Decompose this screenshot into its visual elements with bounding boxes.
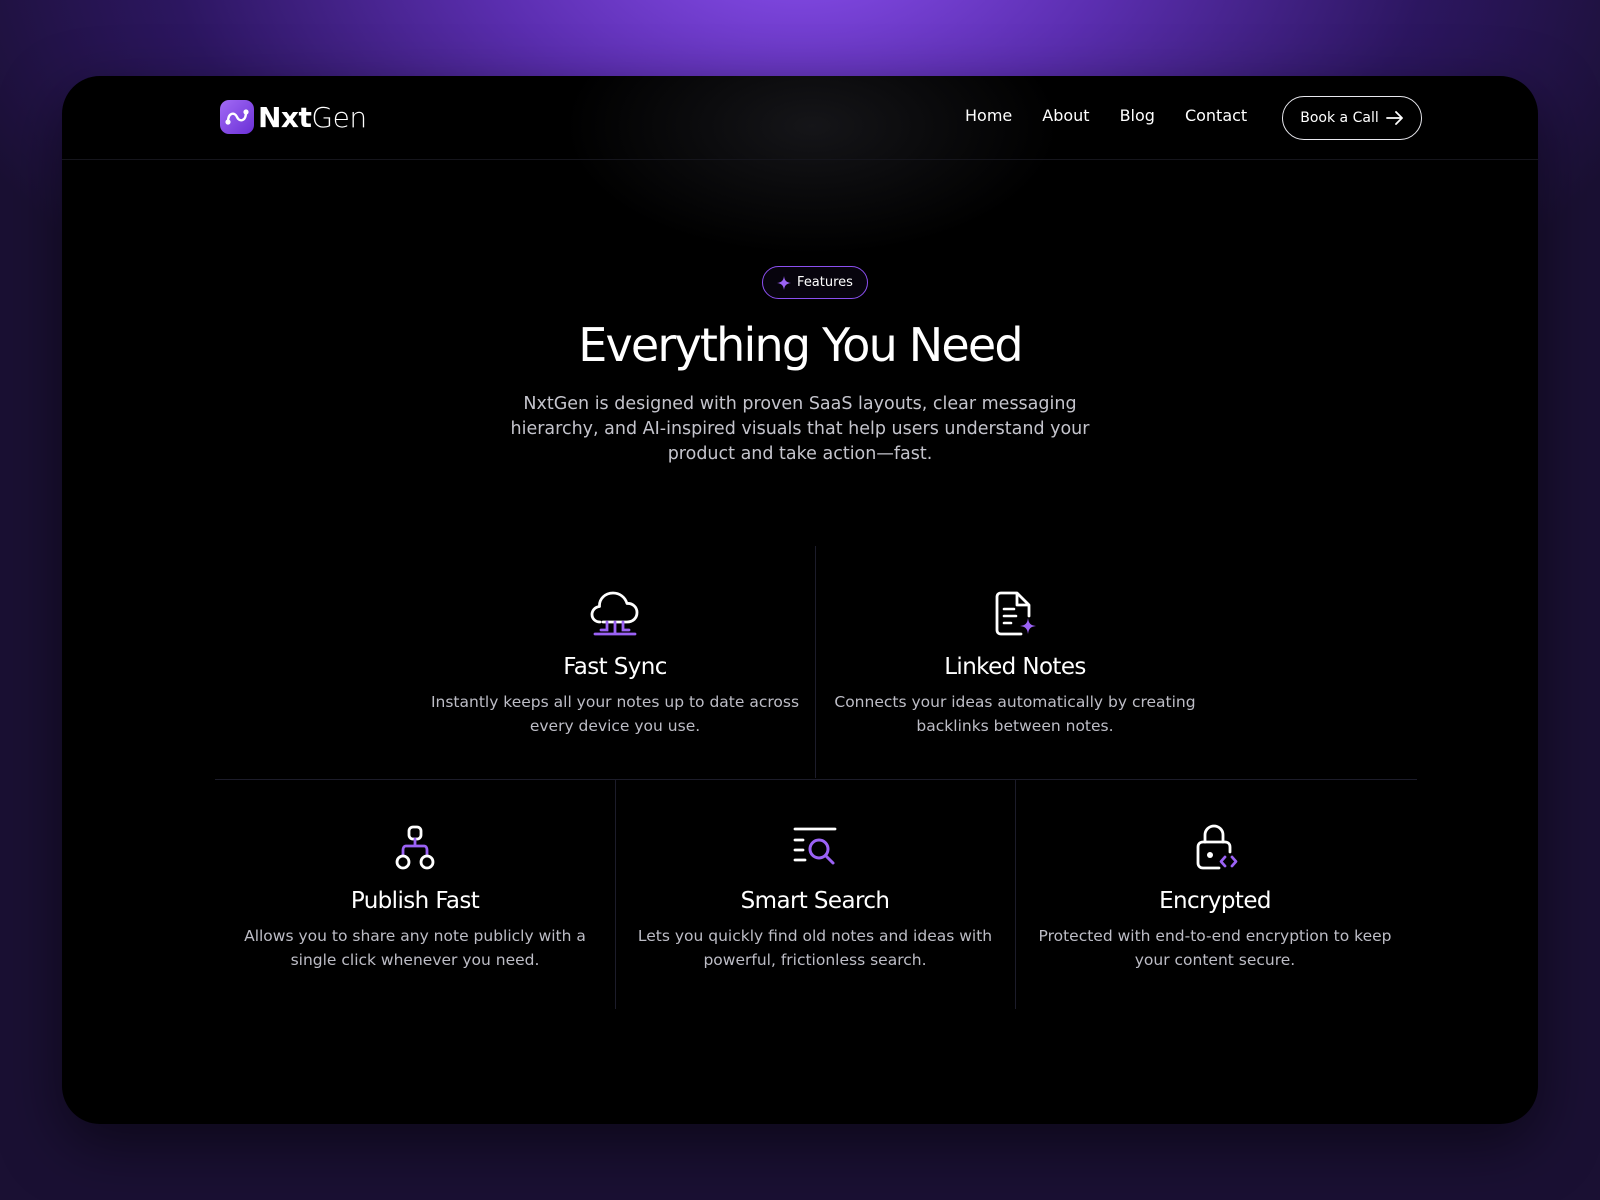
feature-title: Encrypted bbox=[1159, 888, 1271, 914]
page-frame: NxtGen Home About Blog Contact Book a Ca… bbox=[62, 76, 1538, 1124]
feature-card-publish-fast: Publish Fast Allows you to share any not… bbox=[225, 824, 605, 972]
feature-card-fast-sync: Fast Sync Instantly keeps all your notes… bbox=[415, 590, 815, 738]
arrow-right-icon bbox=[1385, 111, 1403, 125]
feature-title: Publish Fast bbox=[350, 888, 480, 914]
nav-link-contact[interactable]: Contact bbox=[1185, 106, 1247, 125]
feature-description: Connects your ideas automatically by cre… bbox=[834, 693, 1196, 735]
book-call-button[interactable]: Book a Call bbox=[1282, 96, 1422, 140]
cloud-sync-icon bbox=[415, 590, 815, 638]
brand-logo[interactable]: NxtGen bbox=[220, 100, 367, 134]
nav-links: Home About Blog Contact bbox=[965, 106, 1277, 125]
logo-mark-icon bbox=[220, 100, 254, 134]
document-sparkle-icon bbox=[815, 590, 1215, 638]
feature-description: Instantly keeps all your notes up to dat… bbox=[430, 693, 800, 735]
sparkle-icon bbox=[777, 275, 792, 290]
page-subtitle: NxtGen is designed with proven SaaS layo… bbox=[510, 394, 1090, 464]
page-title: Everything You Need bbox=[578, 318, 1023, 372]
feature-card-smart-search: Smart Search Lets you quickly find old n… bbox=[625, 824, 1005, 972]
search-list-icon bbox=[625, 824, 1005, 872]
book-call-label: Book a Call bbox=[1300, 110, 1379, 126]
feature-description: Allows you to share any note publicly wi… bbox=[244, 927, 586, 969]
grid-divider bbox=[215, 779, 1417, 780]
feature-title: Smart Search bbox=[740, 888, 890, 914]
grid-divider bbox=[1015, 779, 1016, 1009]
nav-link-home[interactable]: Home bbox=[965, 106, 1012, 125]
feature-description: Lets you quickly find old notes and idea… bbox=[637, 927, 993, 969]
features-badge: Features bbox=[762, 266, 868, 299]
feature-title: Fast Sync bbox=[563, 654, 667, 680]
brand-name: NxtGen bbox=[258, 100, 367, 134]
nav-link-about[interactable]: About bbox=[1042, 106, 1089, 125]
lock-code-icon bbox=[1025, 824, 1405, 872]
feature-title: Linked Notes bbox=[944, 654, 1086, 680]
nav-link-blog[interactable]: Blog bbox=[1120, 106, 1155, 125]
feature-card-encrypted: Encrypted Protected with end-to-end encr… bbox=[1025, 824, 1405, 972]
grid-divider bbox=[615, 779, 616, 1009]
badge-label: Features bbox=[797, 275, 853, 290]
top-nav: NxtGen Home About Blog Contact Book a Ca… bbox=[62, 76, 1538, 160]
network-tree-icon bbox=[225, 824, 605, 872]
feature-description: Protected with end-to-end encryption to … bbox=[1038, 927, 1392, 969]
feature-card-linked-notes: Linked Notes Connects your ideas automat… bbox=[815, 590, 1215, 738]
